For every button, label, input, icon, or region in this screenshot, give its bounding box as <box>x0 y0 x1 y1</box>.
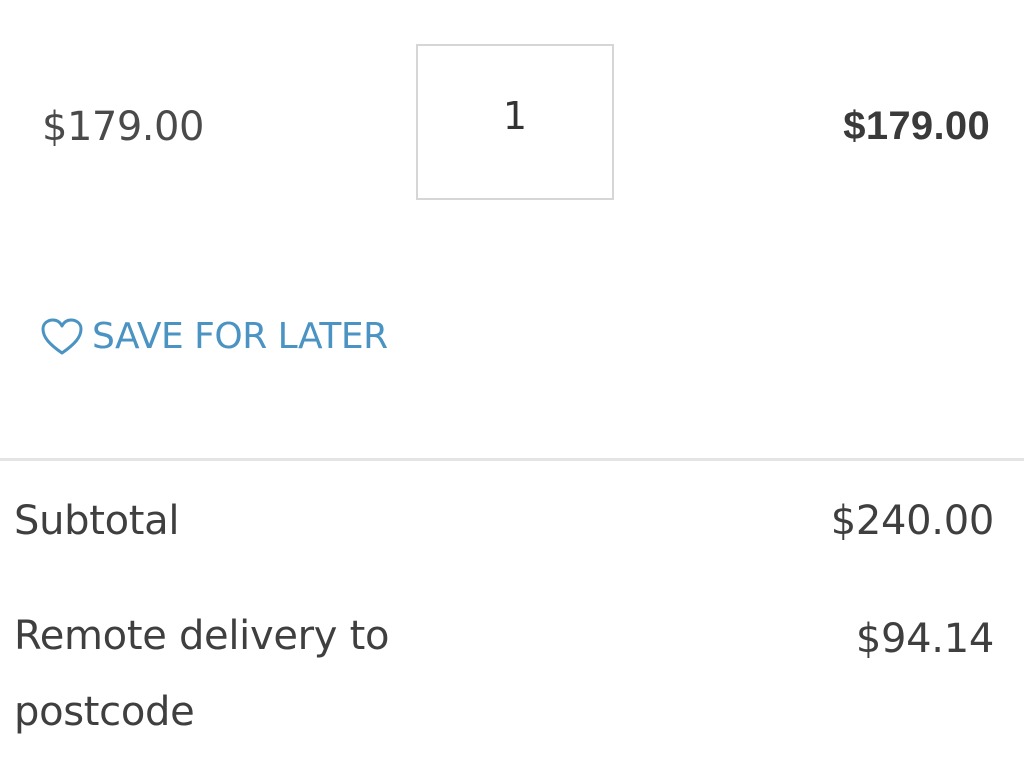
delivery-value: $94.14 <box>855 616 994 662</box>
section-divider <box>0 458 1024 461</box>
save-for-later-button[interactable]: SAVE FOR LATER <box>40 316 388 357</box>
subtotal-label: Subtotal <box>14 498 180 544</box>
line-total: $179.00 <box>843 104 990 148</box>
delivery-label: Remote delivery to postcode <box>14 613 390 735</box>
subtotal-value: $240.00 <box>830 498 995 544</box>
quantity-input[interactable]: 1 <box>416 44 614 200</box>
quantity-value: 1 <box>502 94 528 138</box>
save-for-later-label: SAVE FOR LATER <box>92 316 388 357</box>
heart-icon <box>40 317 84 357</box>
unit-price: $179.00 <box>42 104 204 150</box>
